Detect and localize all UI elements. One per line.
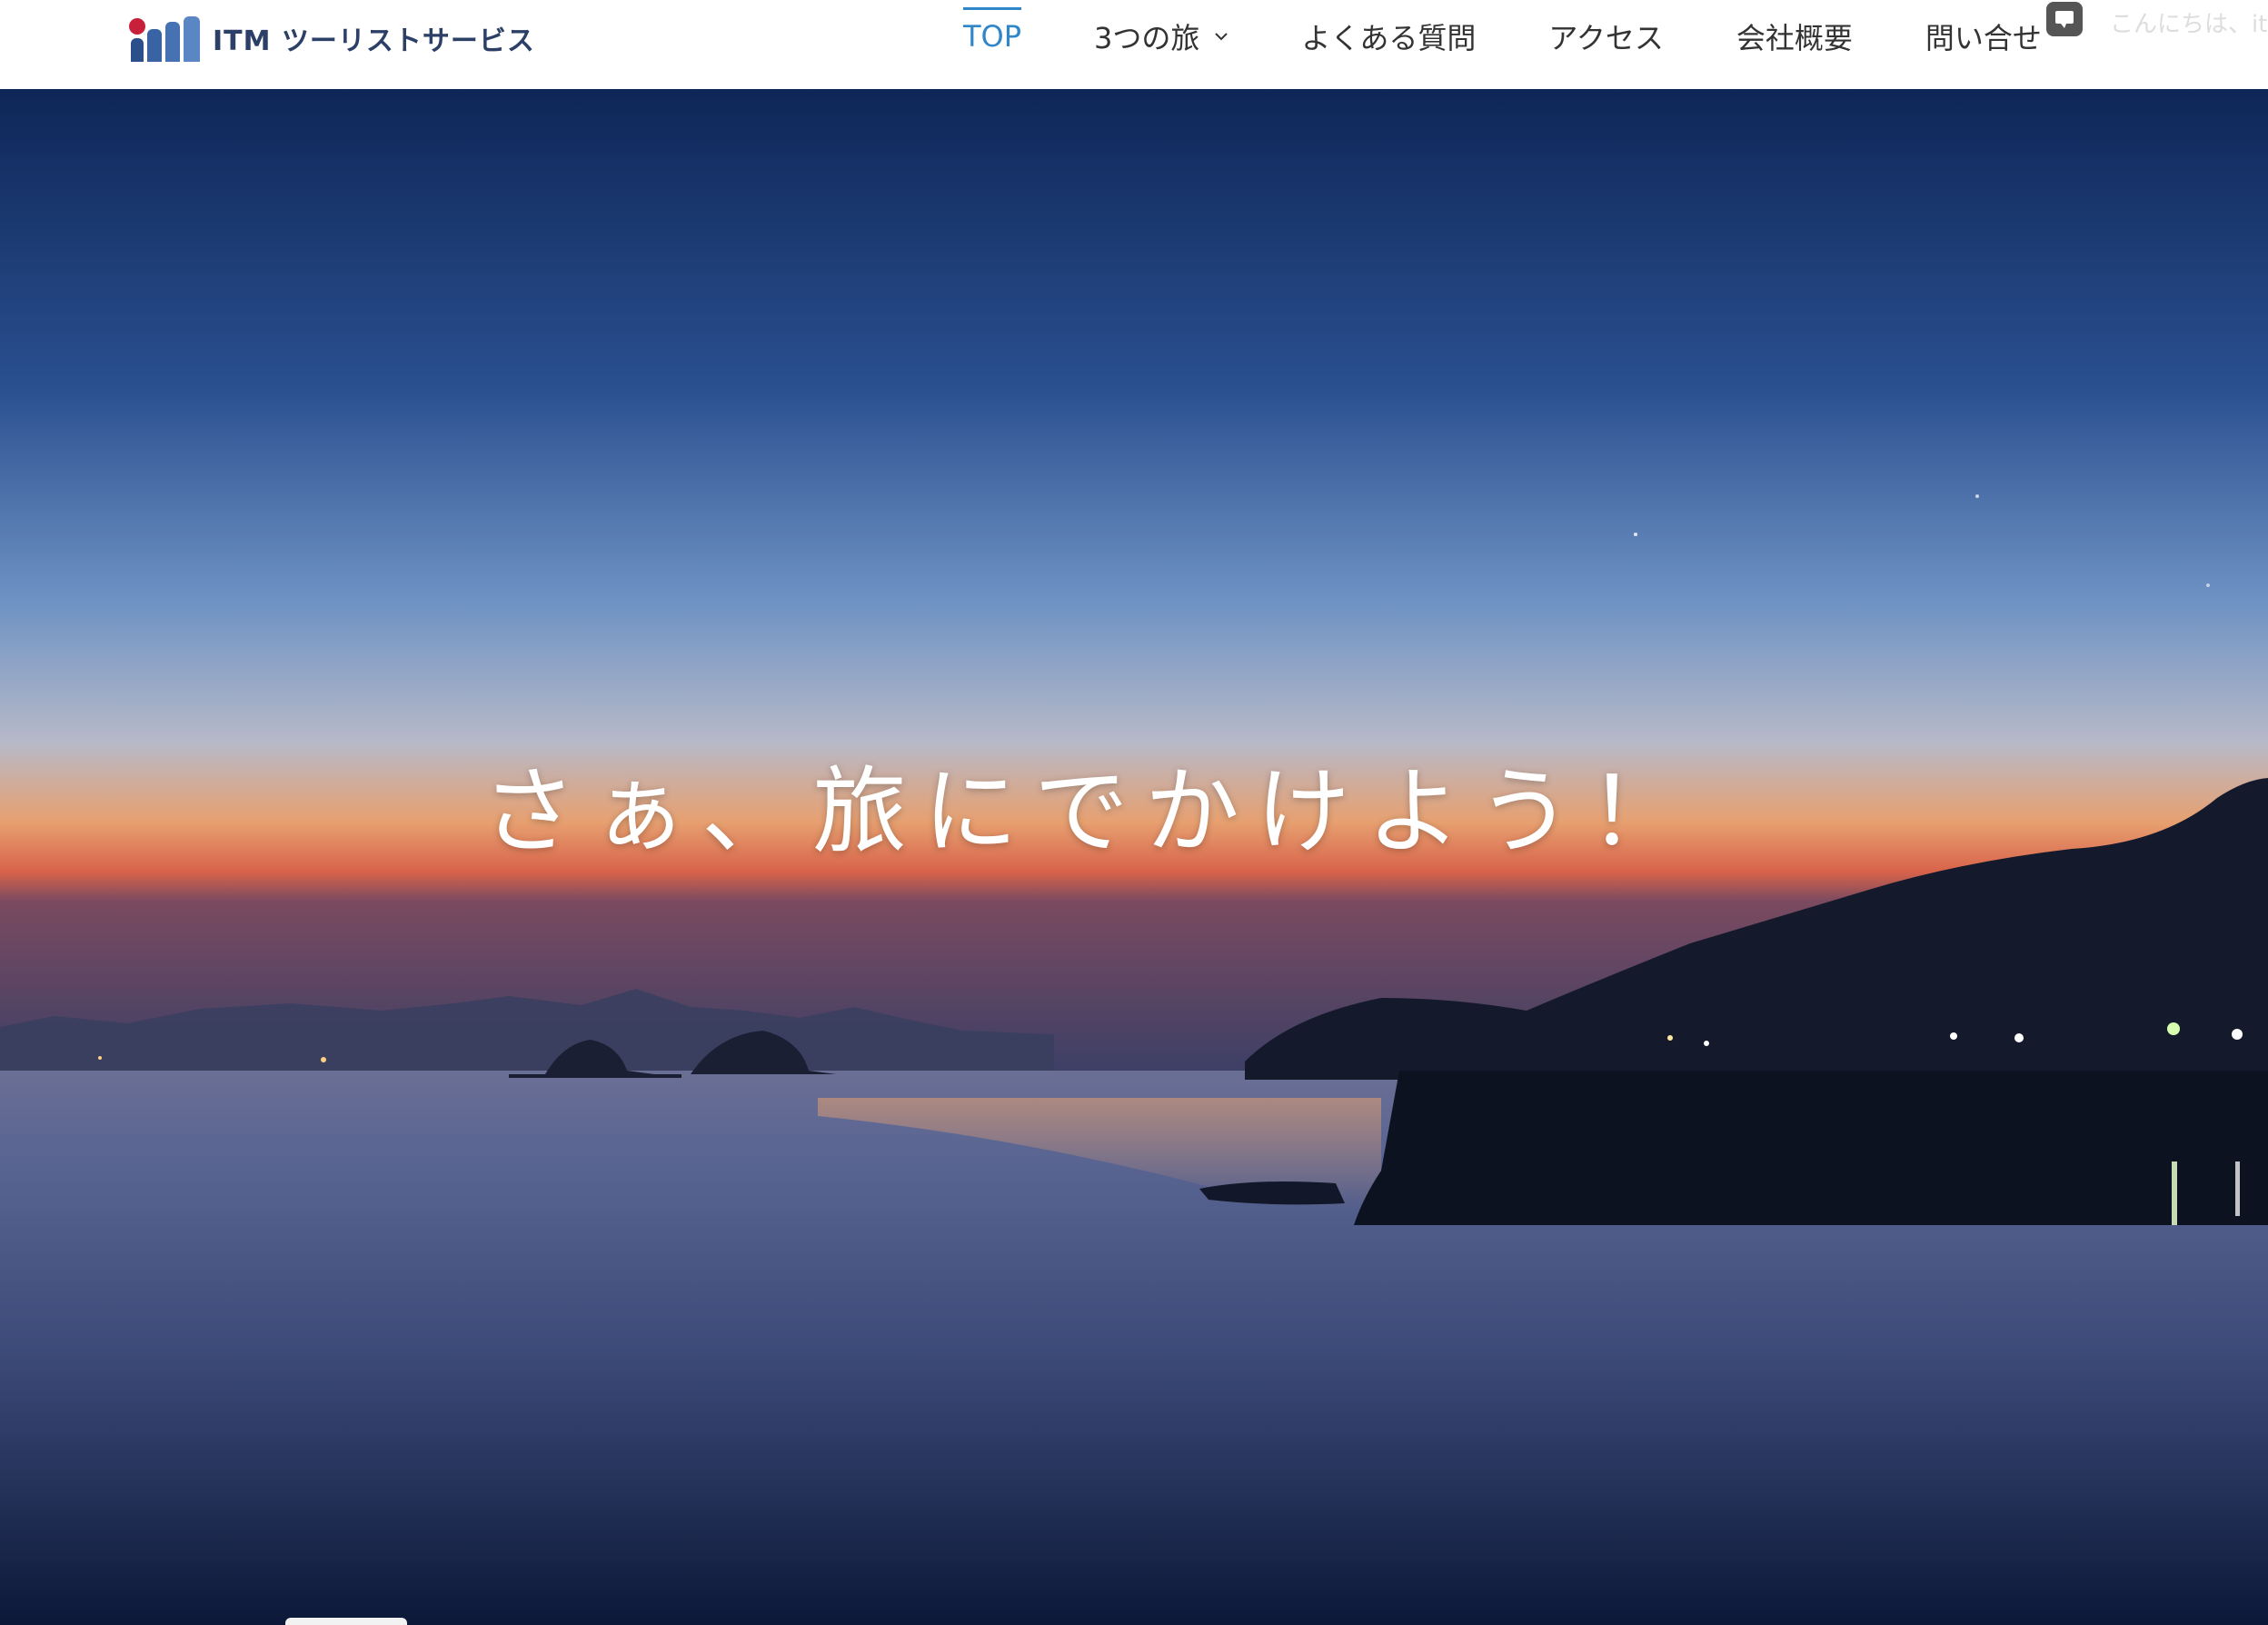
main-nav: TOP 3つの旅 よくある質問 アクセス 会社概要 問い合せ — [963, 0, 2114, 73]
nav-item-label: TOP — [963, 19, 1022, 54]
nav-item-three-trips[interactable]: 3つの旅 — [1094, 0, 1228, 73]
site-logo[interactable]: ITM ツーリストサービス — [127, 13, 535, 64]
nav-item-access[interactable]: アクセス — [1548, 0, 1663, 73]
nav-item-contact[interactable]: 問い合せ — [1925, 0, 2042, 73]
nav-item-company[interactable]: 会社概要 — [1736, 0, 1853, 73]
site-header: ITM ツーリストサービス TOP 3つの旅 よくある質問 アクセス 会社概要 … — [0, 0, 2268, 89]
nav-item-top[interactable]: TOP — [963, 0, 1022, 73]
nav-item-faq[interactable]: よくある質問 — [1301, 0, 1476, 73]
logo-text: ITM ツーリストサービス — [213, 25, 535, 57]
nav-item-label: よくある質問 — [1301, 21, 1477, 55]
nav-item-label: 会社概要 — [1736, 21, 1853, 55]
hero-title: さぁ、旅にでかけよう！ — [482, 755, 1699, 867]
nav-item-label: 3つの旅 — [1094, 21, 1200, 55]
scroll-tab[interactable] — [285, 1618, 407, 1625]
nav-item-label: 問い合せ — [1925, 21, 2042, 55]
chevron-down-icon — [1215, 33, 1228, 41]
chat-greeting: こんにちは、it — [2110, 11, 2268, 38]
nav-item-label: アクセス — [1548, 21, 1664, 55]
chat-bubble-icon[interactable] — [2046, 2, 2083, 36]
logo-icon — [127, 15, 200, 62]
hero-section: さぁ、旅にでかけよう！ — [0, 89, 2268, 1625]
